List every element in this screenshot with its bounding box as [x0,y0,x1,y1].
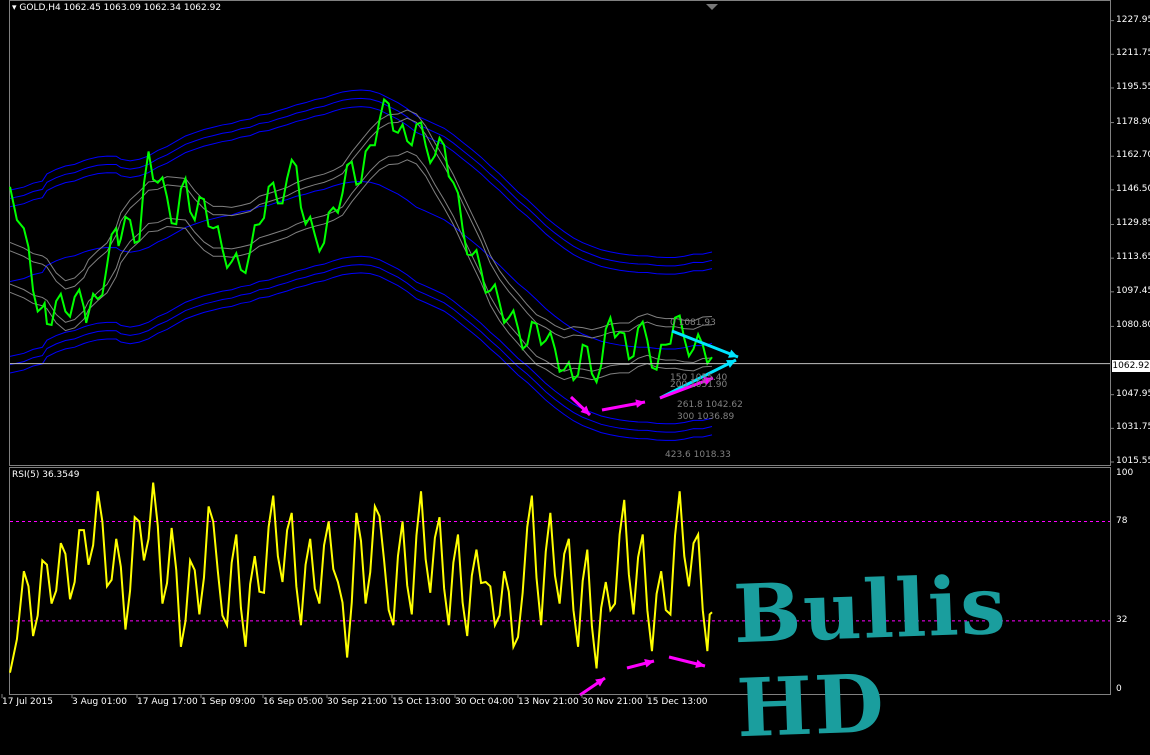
price-scale-label: 1129.85 [1116,218,1150,229]
gray-lower-channel-0 [9,150,713,372]
fib-level-label: 0 1081.93 [670,318,716,329]
price-scale-label: 1195.55 [1116,81,1150,92]
lower-envelope-band-2 [9,255,713,425]
time-axis-label: 30 Oct 04:00 [455,697,514,707]
rsi-scale-label: 78 [1116,515,1128,526]
price-scale-label: 1113.65 [1116,252,1150,263]
lower-envelope-band-0 [9,272,713,441]
gray-upper-channel-1 [9,109,713,331]
price-scale-label: 1097.45 [1116,285,1150,296]
time-axis-label: 17 Jul 2015 [2,697,53,707]
fib-level-label: 261.8 1042.62 [677,399,743,410]
time-axis-label: 3 Aug 01:00 [72,697,127,707]
fib-level-label: 200 1051.90 [670,380,728,391]
time-axis-label: 15 Oct 13:00 [392,697,451,707]
price-scale-label: 1162.70 [1116,150,1150,161]
price-scale-label: 1211.75 [1116,48,1150,59]
time-axis-label: 1 Sep 09:00 [201,697,256,707]
price-scale-label: 1047.95 [1116,388,1150,399]
time-axis-label: 30 Nov 21:00 [582,697,643,707]
fib-level-label: 300 1036.89 [677,411,735,422]
rsi-line-series [9,482,713,673]
time-axis-label: 30 Sep 21:00 [327,697,388,707]
price-scale-label: 1031.75 [1116,422,1150,433]
trading-terminal: ▾ GOLD,H4 1062.45 1063.09 1062.34 1062.9… [0,0,1150,755]
price-scale-label: 1015.55 [1116,456,1150,466]
upper-envelope-band-0 [9,89,713,259]
lower-envelope-band-1 [9,264,713,433]
time-axis-label: 17 Aug 17:00 [137,697,198,707]
current-price-marker: 1062.92 [1112,360,1150,372]
price-scale-label: 1227.95 [1116,14,1150,25]
middle-envelope-band [9,180,713,350]
price-scale-label: 1178.90 [1116,116,1150,127]
time-axis-label: 15 Dec 13:00 [647,697,708,707]
price-line-series [9,97,713,385]
fib-level-label: 423.6 1018.33 [665,450,731,461]
price-scale-label: 1146.50 [1116,183,1150,194]
time-axis-label: 16 Sep 05:00 [263,697,324,707]
time-axis-label: 13 Nov 21:00 [518,697,579,707]
price-scale-label: 1080.80 [1116,320,1150,331]
watermark-text: Bullis HD [731,557,1009,755]
rsi-scale-label: 100 [1116,468,1134,478]
